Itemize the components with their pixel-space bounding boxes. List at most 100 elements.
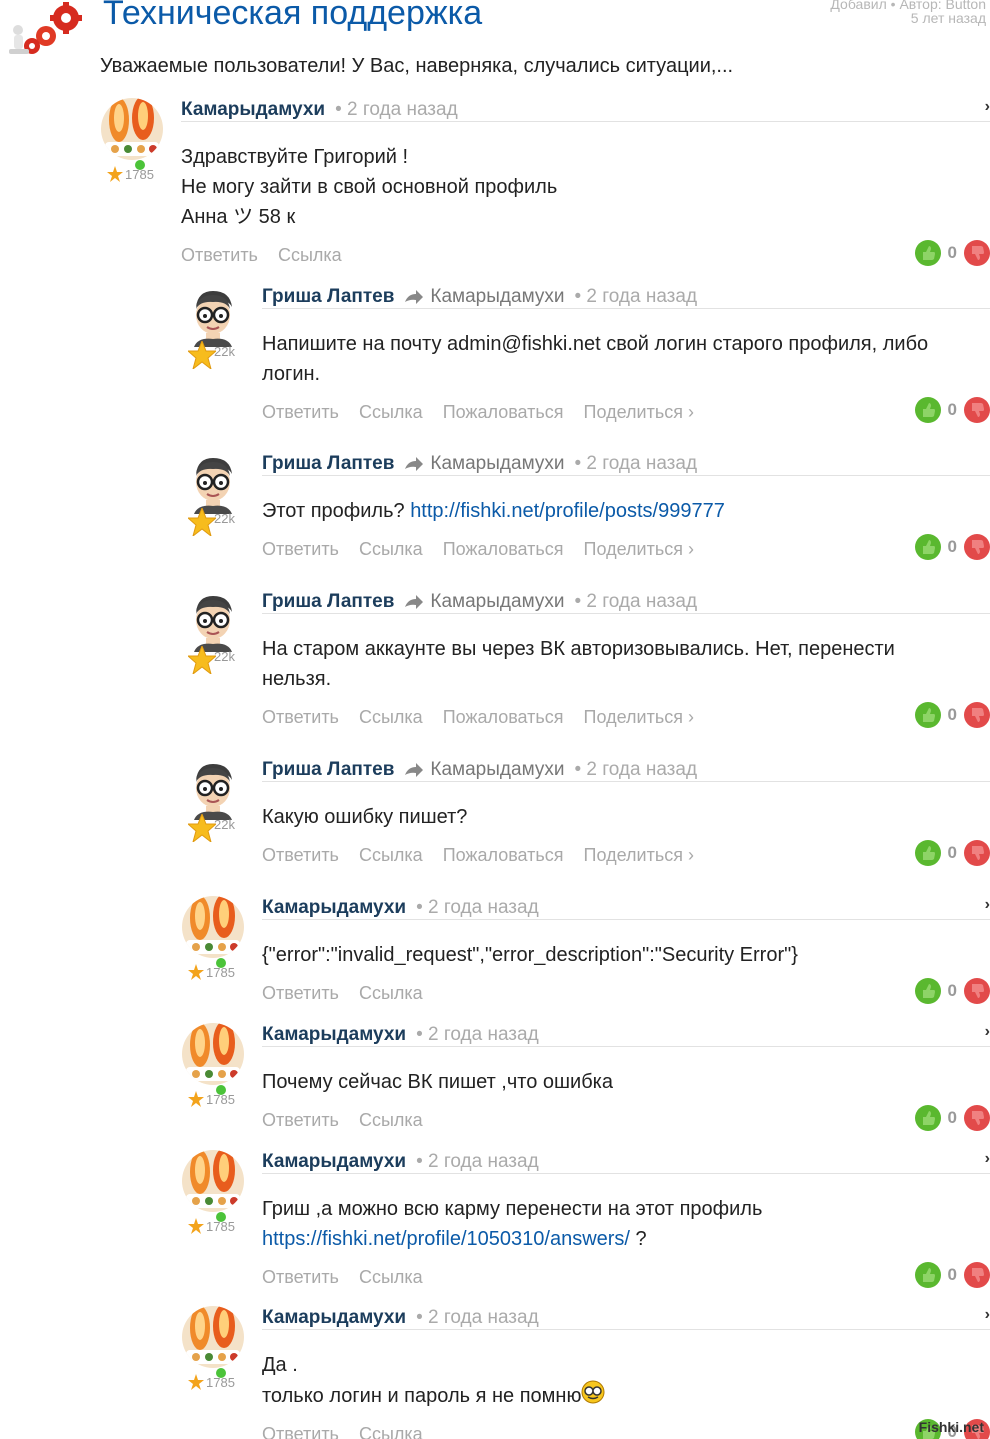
share-button[interactable]: Поделиться › xyxy=(584,402,694,423)
user-avatar[interactable] xyxy=(182,452,244,514)
expand-chevron-icon[interactable]: › xyxy=(985,98,990,116)
user-avatar[interactable] xyxy=(101,98,163,160)
reply-button[interactable]: Ответить xyxy=(262,707,339,728)
expand-chevron-icon[interactable]: › xyxy=(985,1023,990,1041)
karma-value: 1785 xyxy=(206,1374,235,1390)
comment-body: Камарыдамухи • 2 года назад › {"error":"inv… xyxy=(262,896,990,1008)
reply-button[interactable]: Ответить xyxy=(181,245,258,266)
reply-to-author[interactable]: Камарыдамухи xyxy=(430,591,564,613)
comment-author-link[interactable]: Гриша Лаптев xyxy=(262,286,394,308)
report-button[interactable]: Пожаловаться xyxy=(443,402,564,423)
reply-button[interactable]: Ответить xyxy=(262,983,339,1004)
reply-arrow-icon xyxy=(405,456,424,471)
vote-count: 0 xyxy=(947,400,957,419)
vote-count: 0 xyxy=(947,243,957,262)
comment-author-link[interactable]: Камарыдамухи xyxy=(181,99,325,121)
comment-author-link[interactable]: Гриша Лаптев xyxy=(262,591,394,613)
thumbs-down-icon[interactable] xyxy=(964,840,990,866)
comment-line: Гриш ,а можно всю карму перенести на это… xyxy=(262,1198,763,1220)
comment-time[interactable]: • 2 года назад xyxy=(416,1307,539,1329)
comment-time[interactable]: • 2 года назад xyxy=(574,453,697,475)
share-button[interactable]: Поделиться › xyxy=(584,845,694,866)
reply-to-author[interactable]: Камарыдамухи xyxy=(430,453,564,475)
comment-link[interactable]: http://fishki.net/profile/posts/999777 xyxy=(410,500,725,522)
thumbs-down-icon[interactable] xyxy=(964,397,990,423)
user-avatar[interactable] xyxy=(182,758,244,820)
reply-button[interactable]: Ответить xyxy=(262,1267,339,1288)
permalink-button[interactable]: Ссылка xyxy=(359,1267,423,1288)
permalink-button[interactable]: Ссылка xyxy=(359,983,423,1004)
thumbs-down-icon[interactable] xyxy=(964,702,990,728)
thumbs-down-icon[interactable] xyxy=(964,1262,990,1288)
comment-time[interactable]: • 2 года назад xyxy=(416,1151,539,1173)
report-button[interactable]: Пожаловаться xyxy=(443,845,564,866)
reply-to-author[interactable]: Камарыдамухи xyxy=(430,759,564,781)
permalink-button[interactable]: Ссылка xyxy=(359,1424,423,1439)
user-avatar[interactable] xyxy=(182,285,244,347)
comment-author-link[interactable]: Гриша Лаптев xyxy=(262,759,394,781)
user-avatar[interactable] xyxy=(182,896,244,958)
comment-link[interactable]: https://fishki.net/profile/1050310/answe… xyxy=(262,1228,630,1250)
thumbs-up-icon[interactable] xyxy=(914,534,941,560)
post-intro[interactable]: Уважаемые пользователи! У Вас, наверняка… xyxy=(100,55,733,78)
reply-to[interactable]: Камарыдамухи xyxy=(404,591,564,613)
thumbs-up-icon[interactable] xyxy=(914,978,941,1004)
thumbs-up-icon[interactable] xyxy=(914,240,941,266)
comment-time[interactable]: • 2 года назад xyxy=(335,99,458,121)
comment-author-link[interactable]: Камарыдамухи xyxy=(262,1024,406,1046)
permalink-button[interactable]: Ссылка xyxy=(359,707,423,728)
comment-time[interactable]: • 2 года назад xyxy=(574,286,697,308)
permalink-button[interactable]: Ссылка xyxy=(359,539,423,560)
user-avatar[interactable] xyxy=(182,590,244,652)
user-karma: 1785 xyxy=(107,166,154,182)
comment-author-link[interactable]: Камарыдамухи xyxy=(262,897,406,919)
reply-to[interactable]: Камарыдамухи xyxy=(404,453,564,475)
reply-button[interactable]: Ответить xyxy=(262,402,339,423)
permalink-button[interactable]: Ссылка xyxy=(359,402,423,423)
reply-button[interactable]: Ответить xyxy=(262,539,339,560)
comment-author-link[interactable]: Камарыдамухи xyxy=(262,1307,406,1329)
expand-chevron-icon[interactable]: › xyxy=(985,1306,990,1324)
comment-body: Гриша Лаптев Камарыдамухи • 2 года назад На… xyxy=(262,285,990,427)
thumbs-up-icon[interactable] xyxy=(914,840,941,866)
thumbs-up-icon[interactable] xyxy=(914,702,941,728)
share-button[interactable]: Поделиться › xyxy=(584,539,694,560)
vote-controls: 0 xyxy=(914,702,990,728)
permalink-button[interactable]: Ссылка xyxy=(278,245,342,266)
comment-author-link[interactable]: Камарыдамухи xyxy=(262,1151,406,1173)
permalink-button[interactable]: Ссылка xyxy=(359,1110,423,1131)
reply-to-author[interactable]: Камарыдамухи xyxy=(430,286,564,308)
comment-link-line: Этот профиль? http://fishki.net/profile/… xyxy=(262,496,990,526)
comment-body: Гриша Лаптев Камарыдамухи • 2 года назад Ка… xyxy=(262,758,990,870)
comment-line: Почему сейчас ВК пишет ,что ошибка xyxy=(262,1071,613,1093)
user-avatar[interactable] xyxy=(182,1150,244,1212)
thumbs-up-icon[interactable] xyxy=(914,397,941,423)
report-button[interactable]: Пожаловаться xyxy=(443,539,564,560)
comment-time[interactable]: • 2 года назад xyxy=(416,897,539,919)
expand-chevron-icon[interactable]: › xyxy=(985,1150,990,1168)
expand-chevron-icon[interactable]: › xyxy=(985,896,990,914)
comment-time[interactable]: • 2 года назад xyxy=(416,1024,539,1046)
reply-button[interactable]: Ответить xyxy=(262,845,339,866)
star-icon xyxy=(188,964,204,980)
comment-text: Да . только логин и пароль я не помню xyxy=(262,1350,990,1411)
thumbs-up-icon[interactable] xyxy=(914,1262,941,1288)
reply-to[interactable]: Камарыдамухи xyxy=(404,286,564,308)
permalink-button[interactable]: Ссылка xyxy=(359,845,423,866)
comment-time[interactable]: • 2 года назад xyxy=(574,759,697,781)
reply-button[interactable]: Ответить xyxy=(262,1424,339,1439)
comment-time[interactable]: • 2 года назад xyxy=(574,591,697,613)
report-button[interactable]: Пожаловаться xyxy=(443,707,564,728)
thumbs-down-icon[interactable] xyxy=(964,240,990,266)
user-avatar[interactable] xyxy=(182,1306,244,1368)
thumbs-down-icon[interactable] xyxy=(964,534,990,560)
share-button[interactable]: Поделиться › xyxy=(584,707,694,728)
user-avatar[interactable] xyxy=(182,1023,244,1085)
comment-author-link[interactable]: Гриша Лаптев xyxy=(262,453,394,475)
user-karma: 22k xyxy=(188,814,235,842)
thumbs-up-icon[interactable] xyxy=(914,1105,941,1131)
thumbs-down-icon[interactable] xyxy=(964,978,990,1004)
reply-button[interactable]: Ответить xyxy=(262,1110,339,1131)
reply-to[interactable]: Камарыдамухи xyxy=(404,759,564,781)
thumbs-down-icon[interactable] xyxy=(964,1105,990,1131)
